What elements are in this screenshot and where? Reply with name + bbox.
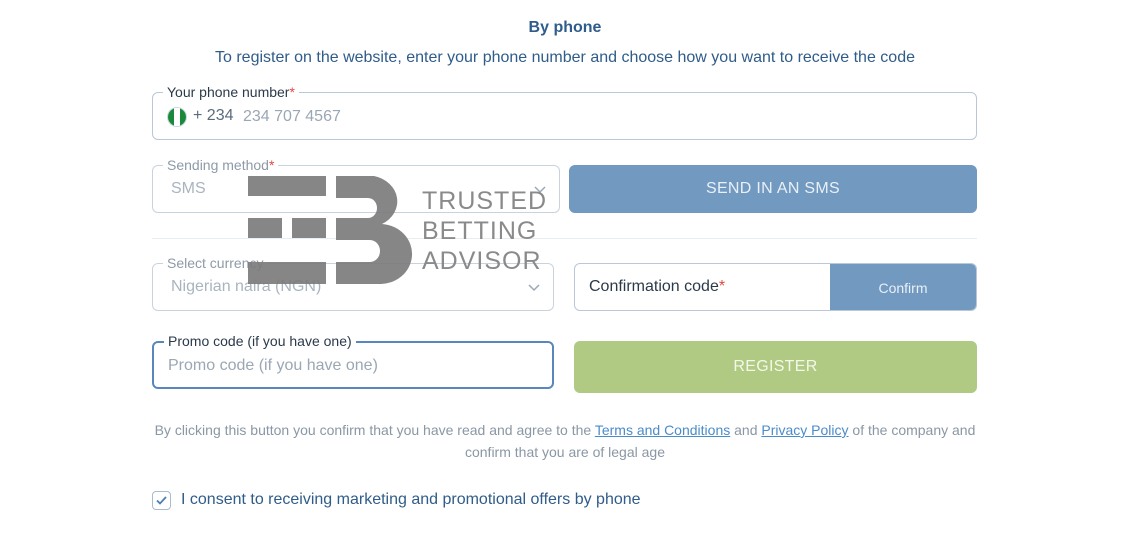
currency-value: Nigerian naira (NGN) (171, 278, 322, 295)
form-subtitle: To register on the website, enter your p… (215, 49, 915, 66)
currency-label: Select currency (163, 254, 268, 272)
legal-text-and: and (730, 422, 762, 438)
consent-label: I consent to receiving marketing and pro… (181, 491, 641, 508)
send-sms-button[interactable]: SEND IN AN SMS (569, 165, 977, 213)
checkmark-icon (156, 495, 167, 505)
sending-method-value: SMS (171, 180, 206, 197)
confirm-button[interactable]: Confirm (830, 264, 976, 310)
confirmation-code-label: Confirmation code* (589, 278, 726, 295)
phone-field-label: Your phone number* (163, 83, 299, 101)
phone-input[interactable] (243, 105, 643, 129)
promo-code-input[interactable] (168, 354, 538, 378)
terms-link[interactable]: Terms and Conditions (595, 422, 730, 438)
promo-code-label: Promo code (if you have one) (164, 332, 356, 350)
register-button[interactable]: REGISTER (574, 341, 977, 393)
marketing-consent[interactable]: I consent to receiving marketing and pro… (152, 490, 641, 510)
divider (152, 238, 977, 239)
chevron-down-icon (528, 284, 540, 292)
dial-code: + 234 (193, 107, 234, 124)
nigeria-flag-icon[interactable] (167, 107, 187, 127)
currency-select[interactable]: Select currency Nigerian naira (NGN) (152, 254, 554, 311)
privacy-policy-link[interactable]: Privacy Policy (761, 422, 848, 438)
promo-code-field[interactable]: Promo code (if you have one) (152, 332, 554, 389)
consent-checkbox[interactable] (152, 490, 171, 510)
legal-text-before: By clicking this button you confirm that… (154, 422, 595, 438)
watermark-line-2: BETTING (422, 217, 538, 245)
form-title: By phone (528, 19, 602, 36)
chevron-down-icon (534, 186, 546, 194)
legal-notice: By clicking this button you confirm that… (150, 419, 980, 463)
confirmation-code-field[interactable]: Confirmation code* Confirm (574, 263, 977, 311)
phone-field[interactable]: Your phone number* + 234 (152, 83, 977, 140)
sending-method-select[interactable]: Sending method* SMS (152, 156, 560, 213)
sending-method-label: Sending method* (163, 156, 279, 174)
